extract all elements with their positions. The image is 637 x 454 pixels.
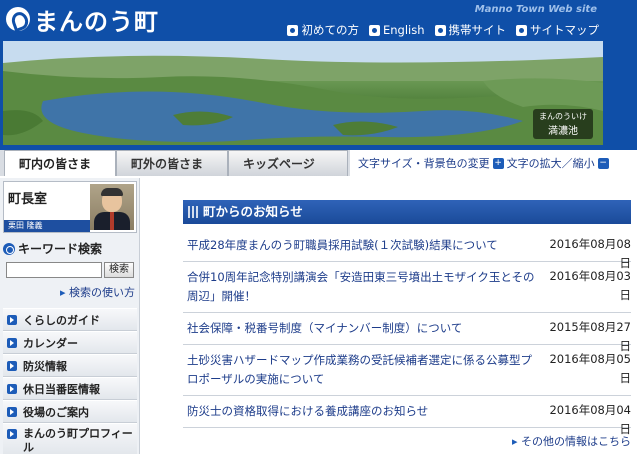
nav-sitemap[interactable]: サイトマップ <box>516 22 599 38</box>
town-emblem-icon <box>6 7 30 31</box>
arrow-icon <box>7 314 17 325</box>
search-button[interactable]: 検索 <box>104 262 134 278</box>
arrow-icon <box>7 429 17 439</box>
top-navigation: 初めての方 English 携帯サイト サイトマップ <box>287 22 599 38</box>
search-help-link[interactable]: 検索の使い方 <box>60 284 135 300</box>
site-header: まんのう町 Manno Town Web site 初めての方 English … <box>0 0 637 150</box>
news-title-link[interactable]: 土砂災害ハザードマップ作成業務の受託候補者選定に係る公募型プロポーザルの実施につ… <box>187 353 532 386</box>
mayor-office-banner[interactable]: 町長室 栗田 隆義 <box>3 181 137 233</box>
sitemap-icon <box>516 24 527 36</box>
sidebar-item-calendar[interactable]: カレンダー <box>3 331 137 354</box>
sidebar: 町長室 栗田 隆義 キーワード検索 検索 検索の使い方 くらしのガイド カレンダ… <box>0 178 140 454</box>
site-label: Manno Town Web site <box>474 4 597 15</box>
sidebar-item-disaster-info[interactable]: 防災情報 <box>3 354 137 377</box>
nav-english[interactable]: English <box>368 22 425 38</box>
more-news-link[interactable]: その他の情報はこちら <box>512 433 631 449</box>
news-item: 社会保障・税番号制度（マイナンバー制度）について 2015年08月27日 <box>183 313 631 353</box>
site-logo[interactable]: まんのう町 <box>6 4 159 36</box>
accessibility-controls: 文字サイズ・背景色の変更 + 文字の拡大／縮小 − <box>358 155 609 171</box>
arrow-icon <box>7 383 17 394</box>
search-input[interactable] <box>6 262 102 278</box>
english-icon <box>368 24 380 36</box>
news-item: 土砂災害ハザードマップ作成業務の受託候補者選定に係る公募型プロポーザルの実施につ… <box>183 345 631 396</box>
first-time-icon <box>287 24 299 36</box>
sidebar-menu: くらしのガイド カレンダー 防災情報 休日当番医情報 役場のご案内 まんのう町プ… <box>3 308 137 454</box>
news-date: 2016年08月03日 <box>549 269 631 302</box>
arrow-icon <box>7 406 17 417</box>
font-minus-icon[interactable]: − <box>597 157 609 169</box>
news-item: 平成28年度まんのう町職員採用試験(１次試験)結果について 2016年08月08… <box>183 230 631 270</box>
arrow-icon <box>7 360 17 371</box>
arrow-icon <box>7 337 17 348</box>
sidebar-item-holiday-doctor[interactable]: 休日当番医情報 <box>3 377 137 400</box>
font-plus-icon[interactable]: + <box>492 157 504 169</box>
nav-first-time[interactable]: 初めての方 <box>287 22 359 38</box>
search-icon <box>3 242 15 255</box>
mayor-photo <box>90 184 134 230</box>
keyword-search-heading: キーワード検索 <box>3 240 137 257</box>
logo-text: まんのう町 <box>34 7 159 36</box>
news-item: 合併10周年記念特別講演会「安造田東三号墳出土モザイク玉とその周辺」開催！ 20… <box>183 262 631 313</box>
sidebar-item-living-guide[interactable]: くらしのガイド <box>3 308 137 331</box>
hero-caption: まんのういけ 満濃池 <box>533 109 593 139</box>
news-item: 防災士の資格取得における養成講座のお知らせ 2016年08月04日 <box>183 396 631 436</box>
sidebar-item-town-profile[interactable]: まんのう町プロフィール <box>3 423 137 454</box>
sidebar-item-office-guide[interactable]: 役場のご案内 <box>3 400 137 423</box>
color-change-link[interactable]: 文字サイズ・背景色の変更 <box>358 155 490 171</box>
hero-landscape-image: まんのういけ 満濃池 <box>3 41 603 145</box>
news-list: 平成28年度まんのう町職員採用試験(１次試験)結果について 2016年08月08… <box>183 230 631 436</box>
tab-kids[interactable]: キッズページ <box>228 150 348 176</box>
mayor-title: 町長室 <box>8 192 48 207</box>
news-title-link[interactable]: 防災士の資格取得における養成講座のお知らせ <box>187 404 428 418</box>
tab-visitors[interactable]: 町外の皆さま <box>116 150 228 176</box>
news-title-link[interactable]: 合併10周年記念特別講演会「安造田東三号墳出土モザイク玉とその周辺」開催！ <box>187 270 535 303</box>
audience-tabs: 町内の皆さま 町外の皆さま キッズページ <box>0 150 350 176</box>
tab-residents[interactable]: 町内の皆さま <box>4 150 116 176</box>
mayor-name: 栗田 隆義 <box>4 220 90 232</box>
news-date: 2016年08月05日 <box>549 352 631 385</box>
news-heading: 町からのお知らせ <box>183 200 631 224</box>
landscape-illustration <box>3 41 603 145</box>
news-title-link[interactable]: 社会保障・税番号制度（マイナンバー制度）について <box>187 321 462 335</box>
news-title-link[interactable]: 平成28年度まんのう町職員採用試験(１次試験)結果について <box>187 238 498 252</box>
font-size-label: 文字の拡大／縮小 <box>506 157 595 170</box>
nav-mobile-site[interactable]: 携帯サイト <box>434 22 506 38</box>
mobile-icon <box>434 24 446 36</box>
